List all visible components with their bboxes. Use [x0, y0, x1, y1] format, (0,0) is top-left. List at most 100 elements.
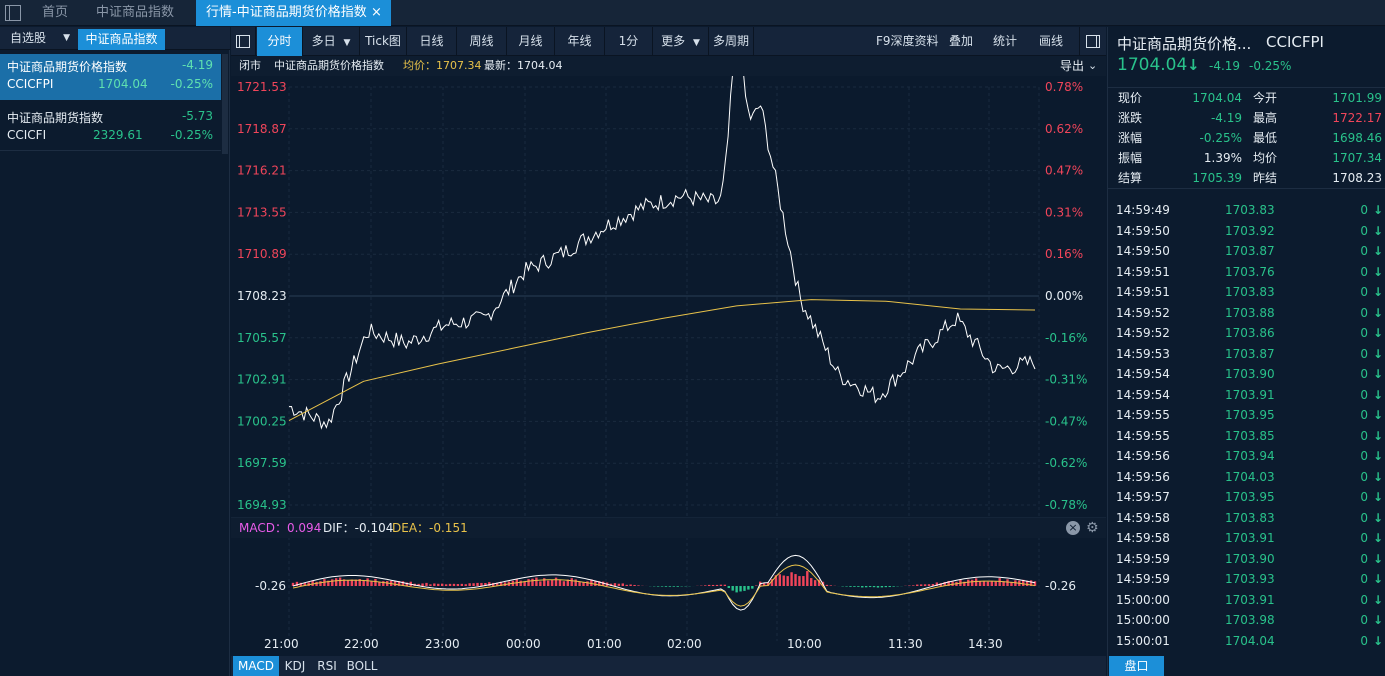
quote-label: 涨跌: [1118, 111, 1143, 125]
macd-bar: [888, 586, 891, 588]
tick-row: 14:59:55 1703.95 0 ↓: [1108, 405, 1385, 426]
scrollbar[interactable]: [222, 54, 228, 154]
tick-price: 1704.04: [1225, 633, 1275, 648]
stats-button[interactable]: 统计: [993, 27, 1017, 56]
export-button[interactable]: 导出: [1060, 56, 1084, 76]
macd-bar: [338, 577, 342, 586]
macd-bar: [464, 584, 467, 586]
quote-value: 1.39%: [1203, 151, 1242, 165]
tab-multi-period[interactable]: 多周期: [709, 27, 754, 56]
list-item[interactable]: 中证商品期货价格指数 -4.19 CCICFPI 1704.04 -0.25%: [0, 54, 221, 100]
tab-macd[interactable]: MACD: [233, 656, 279, 676]
macd-bar: [535, 577, 538, 586]
close-icon[interactable]: ×: [371, 0, 382, 26]
tick-price: 1703.88: [1225, 305, 1275, 320]
quote-table: 现价 1704.04 今开 1701.99 涨跌 -4.19 最高 1722.1…: [1108, 87, 1385, 189]
macd-bar: [629, 584, 632, 586]
macd-bar: [880, 586, 884, 588]
tick-price: 1703.90: [1225, 551, 1275, 566]
tick-time: 14:59:58: [1116, 510, 1170, 525]
tick-row: 14:59:56 1704.03 0 ↓: [1108, 467, 1385, 488]
macd-bar: [884, 586, 888, 588]
chart-info-bar: 闭市 中证商品期货价格指数 均价：1707.34 最新：1704.04 导出 ⌄: [231, 56, 1106, 76]
sidebar-toggle-icon[interactable]: [231, 27, 256, 56]
y-tick-label: 1713.55: [237, 205, 287, 219]
dif-line: [292, 554, 1036, 611]
macd-bar: [794, 574, 797, 586]
tick-price: 1703.90: [1225, 367, 1275, 381]
f9-button[interactable]: F9深度资料: [876, 27, 939, 56]
indicator-tabs: MACD KDJ RSI BOLL: [231, 656, 1106, 676]
y-tick-label: 1718.87: [237, 122, 287, 136]
x-tick-label: 01:00: [587, 637, 622, 651]
macd-bar: [460, 583, 464, 586]
tab-more[interactable]: 更多 ▼: [653, 27, 709, 56]
macd-bar: [735, 586, 738, 593]
tick-volume: 0: [1360, 305, 1368, 320]
y-tick-label: 0.16%: [1045, 247, 1083, 261]
tab-yearly[interactable]: 年线: [555, 27, 605, 56]
tab-daily[interactable]: 日线: [407, 27, 457, 56]
y-tick-label: -0.78%: [1045, 498, 1087, 512]
tab-index[interactable]: 中证商品指数: [86, 0, 184, 26]
tab-quote-label: 行情-中证商品期货价格指数: [206, 5, 367, 20]
tick-time: 15:00:00: [1116, 592, 1170, 607]
list-item[interactable]: 中证商品期货指数 -5.73 CCICFI 2329.61 -0.25%: [0, 105, 221, 151]
tab-1min[interactable]: 1分: [605, 27, 653, 56]
tab-quote-active[interactable]: 行情-中证商品期货价格指数: [196, 0, 391, 26]
tick-row: 15:00:00 1703.98 0 ↓: [1108, 610, 1385, 631]
macd-bar: [778, 574, 782, 586]
draw-button[interactable]: 画线: [1039, 27, 1063, 56]
arrow-down-icon: ↓: [1372, 551, 1383, 566]
tab-boll[interactable]: BOLL: [343, 656, 381, 676]
tick-volume: 0: [1360, 264, 1368, 279]
macd-bar: [857, 586, 860, 587]
panel-toggle-icon[interactable]: [1079, 27, 1106, 56]
tab-tick[interactable]: Tick图: [360, 27, 407, 56]
arrow-down-icon: ↓: [1372, 469, 1383, 484]
x-tick-label: 10:00: [787, 637, 822, 651]
window-menu-icon[interactable]: [5, 5, 21, 21]
chevron-down-icon[interactable]: ⌄: [1088, 56, 1097, 76]
tab-home[interactable]: 首页: [32, 0, 78, 26]
overlay-button[interactable]: 叠加: [949, 27, 973, 56]
tab-rsi[interactable]: RSI: [313, 656, 341, 676]
quote-value: 1722.17: [1332, 111, 1382, 125]
macd-bar: [319, 581, 322, 586]
arrow-down-icon: ↓: [1372, 613, 1383, 627]
tab-weekly[interactable]: 周线: [457, 27, 507, 56]
dropdown-arrow-icon[interactable]: ▼: [63, 27, 70, 50]
order-book-button[interactable]: 盘口: [1109, 656, 1164, 676]
tick-row: 14:59:53 1703.87 0 ↓: [1108, 344, 1385, 365]
macd-bar: [672, 586, 676, 587]
macd-bar: [346, 580, 350, 586]
y-tick-label: 1716.21: [237, 164, 287, 178]
tick-time: 14:59:53: [1116, 346, 1170, 361]
macd-bar: [421, 583, 424, 586]
tick-time: 14:59:59: [1116, 572, 1170, 586]
tick-time: 14:59:52: [1116, 326, 1170, 340]
chart-toolbar: 分时 多日 ▼ Tick图 日线 周线 月线 年线 1分 更多 ▼ 多周期 F9…: [231, 27, 1106, 56]
gear-icon[interactable]: ⚙: [1086, 518, 1099, 538]
macd-bar: [633, 584, 636, 586]
y-tick-label: -0.62%: [1045, 456, 1087, 470]
tab-multi-day-label: 多日: [311, 34, 336, 48]
macd-bar: [912, 585, 915, 586]
macd-bar: [550, 579, 554, 586]
tick-volume: 0: [1360, 223, 1368, 238]
tick-volume: 0: [1360, 551, 1368, 566]
tab-monthly[interactable]: 月线: [507, 27, 555, 56]
item-price: 2329.61: [93, 128, 143, 142]
quote-value: 1701.99: [1332, 91, 1382, 105]
tick-volume: 0: [1360, 449, 1368, 463]
tab-kdj[interactable]: KDJ: [280, 656, 310, 676]
tab-index-list[interactable]: 中证商品指数: [78, 29, 165, 50]
tab-watchlist[interactable]: 自选股 ▼: [0, 27, 76, 50]
tab-intraday[interactable]: 分时: [257, 27, 303, 56]
tab-multi-day[interactable]: 多日 ▼: [303, 27, 360, 56]
close-circle-icon[interactable]: ×: [1066, 521, 1080, 535]
tick-volume: 0: [1360, 285, 1368, 299]
macd-bar: [978, 581, 982, 586]
macd-bar: [621, 583, 624, 586]
dropdown-arrow-icon: ▼: [343, 38, 351, 48]
